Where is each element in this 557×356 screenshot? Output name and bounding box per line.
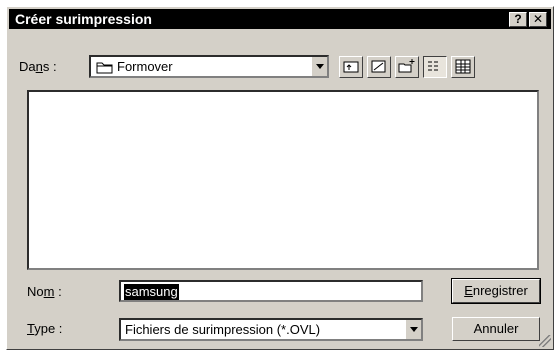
folder-icon — [96, 62, 113, 74]
filetype-value: Fichiers de surimpression (*.OVL) — [125, 322, 321, 337]
list-view-button[interactable] — [423, 56, 447, 78]
up-folder-icon — [343, 61, 359, 73]
new-folder-button[interactable] — [395, 56, 419, 78]
file-list[interactable] — [27, 90, 539, 270]
filename-label: Nom : — [27, 284, 62, 299]
filename-input[interactable]: samsung — [119, 280, 423, 302]
look-in-value: Formover — [117, 59, 173, 74]
resize-grip-icon[interactable] — [539, 335, 551, 347]
look-in-dropdown[interactable]: Formover — [89, 55, 329, 78]
save-button[interactable]: Enregistrer — [451, 278, 541, 304]
chevron-down-icon[interactable] — [311, 57, 327, 76]
save-dialog: Créer surimpression ? ✕ Dans : Formover — [6, 6, 554, 350]
close-button[interactable]: ✕ — [529, 12, 547, 27]
details-view-button[interactable] — [451, 56, 475, 78]
window-title: Créer surimpression — [15, 11, 152, 27]
cancel-button[interactable]: Annuler — [452, 317, 540, 341]
details-view-icon — [455, 59, 471, 74]
filetype-label: Type : — [27, 321, 63, 336]
filename-value: samsung — [124, 284, 179, 300]
list-view-icon — [428, 61, 438, 71]
chevron-down-icon[interactable] — [405, 320, 421, 339]
desktop-button[interactable] — [367, 56, 391, 78]
up-folder-button[interactable] — [339, 56, 363, 78]
filetype-dropdown[interactable]: Fichiers de surimpression (*.OVL) — [119, 318, 423, 341]
desktop-icon — [371, 60, 386, 73]
help-button[interactable]: ? — [509, 12, 527, 27]
title-bar: Créer surimpression ? ✕ — [9, 9, 551, 29]
look-in-label: Dans : — [19, 59, 57, 74]
new-folder-icon — [398, 59, 415, 73]
